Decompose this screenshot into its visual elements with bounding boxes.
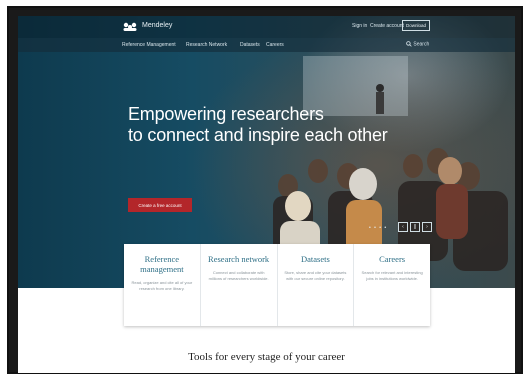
card-description: Read, organize and cite all of your rese… bbox=[131, 280, 193, 291]
card-title: Research network bbox=[208, 254, 270, 264]
slider-next-button[interactable]: › bbox=[422, 222, 432, 232]
nav-item-careers[interactable]: Careers bbox=[266, 42, 284, 48]
search-button[interactable]: Search bbox=[406, 41, 429, 47]
slider-dots[interactable]: • • • • bbox=[369, 225, 387, 231]
tools-heading: Tools for every stage of your career bbox=[188, 351, 345, 363]
browser-screen: Mendeley Sign in Create account Download… bbox=[18, 16, 515, 373]
card-datasets[interactable]: Datasets Store, share and cite your data… bbox=[278, 244, 355, 326]
card-title: Datasets bbox=[300, 254, 330, 264]
feature-cards: Reference management Read, organize and … bbox=[124, 244, 430, 326]
card-careers[interactable]: Careers Search for relevant and interest… bbox=[354, 244, 430, 326]
hero-headline: Empowering researchers to connect and in… bbox=[128, 104, 388, 146]
top-bar: Mendeley Sign in Create account Download bbox=[18, 16, 515, 38]
card-title: Reference management bbox=[140, 254, 184, 274]
card-reference-management[interactable]: Reference management Read, organize and … bbox=[124, 244, 201, 326]
slider-prev-button[interactable]: ‹ bbox=[398, 222, 408, 232]
card-description: Connect and collaborate with millions of… bbox=[208, 270, 269, 281]
brand-name[interactable]: Mendeley bbox=[142, 22, 172, 29]
nav-item-datasets[interactable]: Datasets bbox=[240, 42, 260, 48]
create-account-link[interactable]: Create account bbox=[370, 23, 404, 29]
main-nav: Reference Management Research Network Da… bbox=[18, 38, 515, 52]
card-description: Store, share and cite your datasets with… bbox=[284, 270, 347, 281]
slider-pause-button[interactable]: || bbox=[410, 222, 420, 232]
card-research-network[interactable]: Research network Connect and collaborate… bbox=[201, 244, 278, 326]
nav-item-research-network[interactable]: Research Network bbox=[186, 42, 227, 48]
sign-in-link[interactable]: Sign in bbox=[352, 23, 367, 29]
card-description: Search for relevant and interesting jobs… bbox=[361, 270, 423, 281]
create-free-account-button[interactable]: Create a free account bbox=[128, 198, 192, 212]
hero-headline-line-2: to connect and inspire each other bbox=[128, 125, 388, 145]
download-button[interactable]: Download bbox=[402, 20, 430, 31]
search-label: Search bbox=[413, 41, 430, 48]
hero-headline-line-1: Empowering researchers bbox=[128, 104, 324, 124]
nav-item-reference-management[interactable]: Reference Management bbox=[122, 42, 176, 48]
card-title: Careers bbox=[379, 254, 406, 264]
mendeley-logo-icon[interactable] bbox=[122, 21, 138, 33]
search-icon bbox=[406, 41, 412, 47]
monitor-frame: Mendeley Sign in Create account Download… bbox=[7, 6, 523, 374]
